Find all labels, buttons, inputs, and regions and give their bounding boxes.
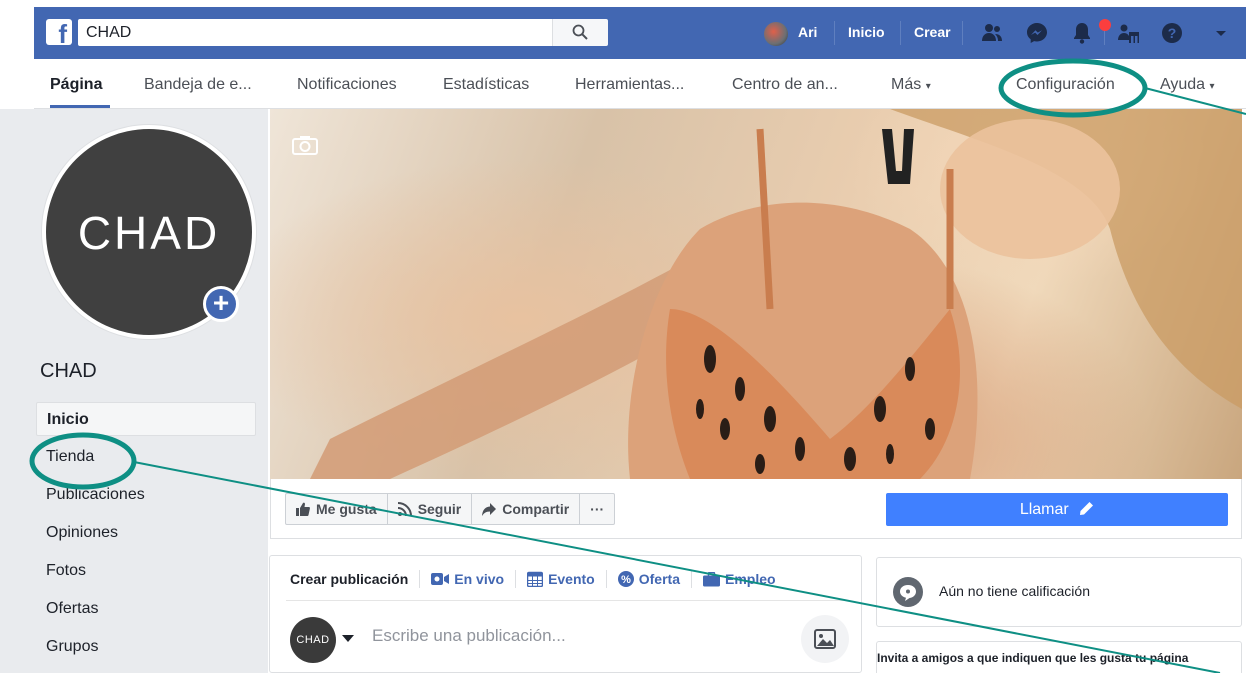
user-name: Ari (798, 24, 818, 40)
tab-event-label: Evento (548, 571, 595, 587)
tab-live-video[interactable]: En vivo (431, 571, 504, 587)
sidebar-item-offers[interactable]: Ofertas (36, 592, 256, 626)
camera-icon[interactable] (292, 135, 318, 155)
sidebar-item-posts[interactable]: Publicaciones (36, 478, 256, 512)
sidebar-item-home[interactable]: Inicio (36, 402, 256, 436)
tab-help-label: Ayuda (1160, 76, 1206, 93)
post-composer: Crear publicación En vivo Evento % Ofert… (269, 555, 862, 673)
tab-job-label: Empleo (724, 571, 776, 587)
plus-icon: + (212, 287, 230, 318)
tab-job[interactable]: Empleo (702, 571, 776, 587)
sidebar-item-photos[interactable]: Fotos (36, 554, 256, 588)
tab-insights[interactable]: Estadísticas (443, 76, 529, 94)
divider (900, 21, 901, 45)
invite-friends-text: Invita a amigos a que indiquen que les g… (877, 651, 1189, 665)
call-button-label: Llamar (1019, 501, 1069, 518)
pencil-icon[interactable] (1079, 501, 1094, 516)
notification-badge (1099, 19, 1111, 31)
profile-picture-text: CHAD (77, 207, 221, 259)
briefcase-icon (702, 571, 720, 586)
svg-text:%: % (621, 574, 631, 586)
divider (515, 570, 517, 588)
tab-page[interactable]: Página (50, 76, 102, 94)
tab-more-label: Más (891, 76, 922, 93)
follow-button-label: Seguir (417, 501, 462, 517)
messenger-icon[interactable] (1025, 21, 1049, 45)
page-nav: Página Bandeja de e... Notificaciones Es… (34, 59, 1246, 109)
cover-photo (270, 109, 1242, 479)
more-options-button[interactable]: ··· (580, 494, 614, 524)
add-photo-to-post-button[interactable] (801, 615, 849, 663)
divider (419, 570, 421, 588)
tab-more[interactable]: Más ▾ (891, 76, 931, 94)
tab-event[interactable]: Evento (527, 571, 595, 587)
tab-create-post[interactable]: Crear publicación (290, 571, 408, 587)
share-arrow-icon (482, 503, 497, 516)
chevron-down-icon[interactable] (1209, 21, 1233, 45)
composer-tabs: Crear publicación En vivo Evento % Ofert… (290, 570, 776, 588)
notifications-bell-icon[interactable] (1070, 21, 1094, 45)
create-link[interactable]: Crear (914, 24, 951, 40)
rss-icon (397, 502, 412, 516)
thumbs-up-icon (296, 502, 310, 516)
sidebar-item-groups[interactable]: Grupos (36, 630, 256, 664)
search-icon (572, 24, 588, 40)
post-input[interactable]: Escribe una publicación... (372, 626, 566, 646)
calendar-icon (527, 571, 544, 587)
action-button-group: Me gusta Seguir Compartir ··· (285, 493, 616, 525)
divider (286, 600, 846, 601)
tab-live-video-label: En vivo (454, 571, 505, 587)
live-video-icon (431, 573, 450, 585)
rating-speech-bubble-icon (893, 577, 923, 607)
sidebar-item-reviews[interactable]: Opiniones (36, 516, 256, 550)
tab-notifications[interactable]: Notificaciones (297, 76, 397, 94)
sidebar-item-shop[interactable]: Tienda (36, 440, 256, 474)
home-link[interactable]: Inicio (848, 24, 885, 40)
avatar (764, 22, 788, 46)
rating-status-text: Aún no tiene calificación (939, 583, 1090, 599)
tab-settings[interactable]: Configuración (1016, 76, 1115, 94)
like-button-label: Me gusta (316, 501, 377, 517)
call-button[interactable]: Llamar (886, 493, 1228, 526)
rating-card: Aún no tiene calificación (876, 557, 1242, 627)
divider (690, 570, 692, 588)
tab-inbox[interactable]: Bandeja de e... (144, 76, 252, 94)
tab-ad-center[interactable]: Centro de an... (732, 76, 838, 94)
search-input[interactable] (78, 19, 590, 46)
svg-text:?: ? (1168, 25, 1177, 41)
divider (605, 570, 607, 588)
caret-down-icon: ▾ (925, 81, 931, 92)
share-button[interactable]: Compartir (472, 494, 581, 524)
divider (962, 21, 963, 45)
tab-publishing-tools[interactable]: Herramientas... (575, 76, 684, 94)
more-options-icon: ··· (590, 501, 605, 517)
help-icon[interactable]: ? (1160, 21, 1184, 45)
search-button[interactable] (552, 19, 608, 46)
offer-tag-icon: % (617, 571, 634, 587)
tab-offer-label: Oferta (638, 571, 680, 587)
photo-icon (814, 629, 836, 649)
composer-avatar[interactable]: CHAD (290, 617, 336, 663)
tab-help[interactable]: Ayuda ▾ (1160, 76, 1215, 94)
caret-down-icon: ▾ (1209, 81, 1215, 92)
tab-create-post-label: Crear publicación (290, 571, 409, 587)
caret-down-icon[interactable] (342, 635, 354, 642)
facebook-logo-icon[interactable]: f (46, 19, 72, 45)
divider (834, 21, 835, 45)
page-action-bar: Me gusta Seguir Compartir ··· Llamar (270, 479, 1242, 539)
like-button[interactable]: Me gusta (286, 494, 388, 524)
page-roles-icon[interactable] (1116, 21, 1140, 45)
cover-photo-image (310, 109, 1242, 479)
share-button-label: Compartir (502, 501, 570, 517)
tab-offer[interactable]: % Oferta (617, 571, 680, 587)
active-tab-indicator (50, 105, 110, 108)
page-name: CHAD (40, 360, 97, 382)
top-bar: f Ari Inicio Crear ? (34, 7, 1246, 59)
follow-button[interactable]: Seguir (388, 494, 473, 524)
invite-friends-card[interactable]: Invita a amigos a que indiquen que les g… (876, 641, 1242, 673)
friend-requests-icon[interactable] (980, 21, 1004, 45)
add-photo-button[interactable]: + (203, 286, 239, 322)
